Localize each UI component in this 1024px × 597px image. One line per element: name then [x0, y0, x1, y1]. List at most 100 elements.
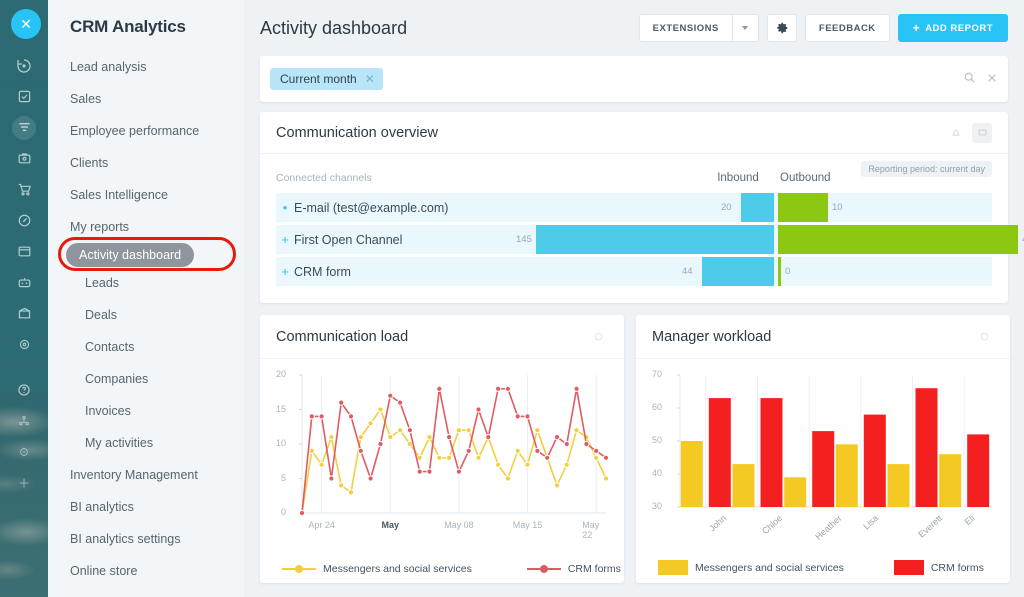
manager-workload-plot: 3040506070JohnChloeHeatherLisaEverettEli [636, 359, 1010, 534]
filter-chip-label: Current month [280, 72, 357, 86]
extensions-dropdown-button[interactable] [733, 14, 759, 42]
communication-overview-card: Communication overview Reporting period:… [260, 112, 1008, 303]
inbound-bar [741, 193, 774, 222]
y-axis-tick: 60 [636, 402, 662, 412]
outbound-value: 0 [785, 266, 790, 277]
channel-bars: 14548 [276, 225, 992, 254]
add-icon[interactable] [0, 467, 48, 498]
settings-gear-icon[interactable] [0, 329, 48, 360]
shop-cart-icon[interactable] [0, 174, 48, 205]
outbound-bar [778, 257, 781, 286]
clear-search-icon[interactable] [986, 72, 998, 87]
chevron-down-icon [742, 26, 748, 30]
communication-load-header: Communication load [260, 315, 624, 359]
sidebar-item-companies[interactable]: Companies [48, 363, 244, 395]
x-axis-tick: May [381, 520, 399, 530]
channel-rows: •E-mail (test@example.com)2010 +First Ope… [260, 193, 1008, 286]
card-settings-icon[interactable] [974, 327, 994, 347]
feedback-button[interactable]: FEEDBACK [805, 14, 890, 42]
inbound-column-label: Inbound [696, 172, 780, 184]
add-report-label: ADD REPORT [925, 23, 993, 34]
legend-label: CRM forms [568, 563, 621, 575]
legend-line-swatch [282, 568, 316, 570]
sidebar-item-invoices[interactable]: Invoices [48, 395, 244, 427]
card-menu-icon[interactable] [972, 123, 992, 143]
company-icon[interactable] [0, 298, 48, 329]
applications-icon[interactable] [0, 405, 48, 436]
legend-label: CRM forms [931, 562, 984, 574]
sidebar-item-clients[interactable]: Clients [48, 147, 244, 179]
x-axis-tick: May 08 [444, 520, 474, 530]
gear-icon [775, 21, 789, 35]
sites-icon[interactable] [0, 236, 48, 267]
sidebar-item-bi-analytics[interactable]: BI analytics [48, 491, 244, 523]
filter-chip-remove-icon[interactable]: ✕ [365, 72, 375, 86]
activity-stream-icon[interactable] [0, 50, 48, 81]
sidebar-item-online-store[interactable]: Online store [48, 555, 244, 587]
sidebar-item-contacts[interactable]: Contacts [48, 331, 244, 363]
inbound-value: 44 [682, 266, 693, 277]
manager-workload-legend: Messengers and social services CRM forms [636, 560, 1010, 575]
sidebar-item-bi-analytics-settings[interactable]: BI analytics settings [48, 523, 244, 555]
app-brand-title: CRM Analytics [48, 0, 244, 49]
legend-item-messengers: Messengers and social services [658, 560, 844, 575]
x-axis-tick: May 22 [582, 520, 610, 540]
settings-button[interactable] [767, 14, 797, 42]
legend-label: Messengers and social services [323, 563, 472, 575]
sidebar-item-leads[interactable]: Leads [48, 267, 244, 299]
sidebar-item-sales-intelligence[interactable]: Sales Intelligence [48, 179, 244, 211]
inbound-bar [702, 257, 774, 286]
filter-search-bar[interactable]: Current month ✕ [260, 56, 1008, 102]
charts-row: Communication load 05101520Apr 24MayMay … [260, 315, 1008, 583]
automation-icon[interactable] [0, 267, 48, 298]
channel-bars: 44 0 [276, 257, 992, 286]
channel-row[interactable]: +CRM form440 [276, 257, 992, 286]
sidebar-item-sales[interactable]: Sales [48, 83, 244, 115]
channel-bars: 2010 [276, 193, 992, 222]
connected-channels-label: Connected channels [276, 172, 696, 184]
communication-load-plot: 05101520Apr 24MayMay 08May 15May 22 [260, 359, 624, 534]
communication-overview-header: Communication overview [260, 112, 1008, 154]
more-icon[interactable] [0, 436, 48, 467]
legend-item-messengers: Messengers and social services [282, 563, 472, 575]
sidebar-item-lead-analysis[interactable]: Lead analysis [48, 51, 244, 83]
legend-color-swatch [658, 560, 688, 575]
sidebar-item-employee-performance[interactable]: Employee performance [48, 115, 244, 147]
x-axis-tick: Apr 24 [308, 520, 335, 530]
sidebar-item-activity-dashboard[interactable]: Activity dashboard [48, 243, 244, 267]
y-axis-tick: 40 [636, 468, 662, 478]
inbound-bar [536, 225, 774, 254]
briefcase-icon[interactable] [0, 143, 48, 174]
close-panel-button[interactable]: ✕ [11, 9, 41, 39]
tasks-icon[interactable] [0, 81, 48, 112]
sidebar: CRM Analytics Lead analysis Sales Employ… [48, 0, 244, 597]
notification-bell-icon[interactable] [946, 123, 966, 143]
search-icon[interactable] [963, 71, 976, 87]
manager-workload-header: Manager workload [636, 315, 1010, 359]
y-axis-tick: 10 [260, 438, 286, 448]
channel-row[interactable]: •E-mail (test@example.com)2010 [276, 193, 992, 222]
card-settings-icon[interactable] [588, 327, 608, 347]
legend-item-crm-forms: CRM forms [527, 563, 621, 575]
crm-funnel-icon[interactable] [0, 112, 48, 143]
reporting-period-badge: Reporting period: current day [861, 161, 992, 177]
help-icon[interactable] [0, 374, 48, 405]
marketing-icon[interactable] [0, 205, 48, 236]
sidebar-item-my-reports[interactable]: My reports [48, 211, 244, 243]
icon-rail: ✕ [0, 0, 48, 597]
channel-row[interactable]: +First Open Channel14548 [276, 225, 992, 254]
y-axis-tick: 20 [260, 369, 286, 379]
sidebar-item-call-statistics[interactable]: Call statistics [48, 587, 244, 597]
extensions-button[interactable]: EXTENSIONS [639, 14, 733, 42]
sidebar-nav: Lead analysis Sales Employee performance… [48, 49, 244, 597]
y-axis-tick: 70 [636, 369, 662, 379]
sidebar-item-my-activities[interactable]: My activities [48, 427, 244, 459]
y-axis-tick: 0 [260, 507, 286, 517]
sidebar-item-deals[interactable]: Deals [48, 299, 244, 331]
filter-chip-current-month[interactable]: Current month ✕ [270, 68, 383, 90]
inbound-value: 20 [721, 202, 732, 213]
communication-overview-title: Communication overview [276, 125, 940, 141]
sidebar-item-inventory-management[interactable]: Inventory Management [48, 459, 244, 491]
add-report-button[interactable]: + ADD REPORT [898, 14, 1008, 42]
manager-workload-title: Manager workload [652, 329, 968, 345]
